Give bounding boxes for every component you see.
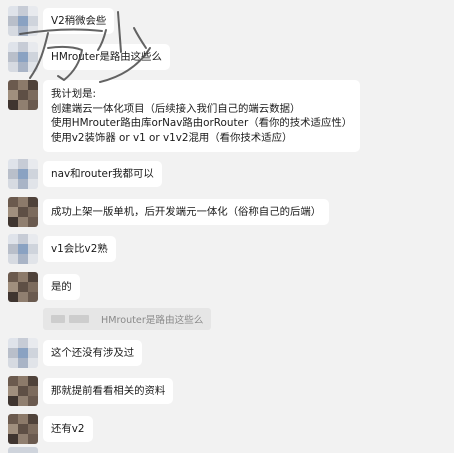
avatar[interactable] xyxy=(8,197,38,227)
message-bubble[interactable]: HMrouter是路由这些么 xyxy=(43,44,170,70)
avatar[interactable] xyxy=(8,414,38,444)
quoted-reply[interactable]: HMrouter是路由这些么 xyxy=(43,308,212,330)
quoted-text: HMrouter是路由这些么 xyxy=(101,315,204,326)
message-bubble[interactable]: v1会比v2熟 xyxy=(43,236,116,262)
message-bubble[interactable]: 这个还没有涉及过 xyxy=(43,340,143,366)
avatar[interactable] xyxy=(8,447,38,453)
message-bubble[interactable]: 是的 xyxy=(43,274,80,300)
message-bubble[interactable]: 还有v2 xyxy=(43,416,93,442)
message-bubble[interactable]: 那就提前看看相关的资料 xyxy=(43,378,174,404)
message-line: 我计划是: xyxy=(51,88,97,100)
chat-window: V2稍微会些 HMrouter是路由这些么 我计划是: 创建端云一体化项目（后续… xyxy=(0,0,454,453)
blurred-name xyxy=(69,315,89,323)
avatar[interactable] xyxy=(8,376,38,406)
avatar[interactable] xyxy=(8,80,38,110)
message-bubble[interactable]: 我计划是: 创建端云一体化项目（后续接入我们自己的端云数据） 使用HMroute… xyxy=(43,80,361,152)
avatar[interactable] xyxy=(8,42,38,72)
avatar[interactable] xyxy=(8,159,38,189)
message-bubble[interactable]: nav和router我都可以 xyxy=(43,161,162,187)
avatar[interactable] xyxy=(8,6,38,36)
avatar[interactable] xyxy=(8,234,38,264)
message-line: 创建端云一体化项目（后续接入我们自己的端云数据） xyxy=(51,102,301,115)
avatar[interactable] xyxy=(8,338,38,368)
blurred-name xyxy=(51,315,65,323)
message-bubble[interactable]: 成功上架一版单机，后开发端元一体化（俗称自己的后端） xyxy=(43,199,330,225)
message-bubble[interactable]: V2稍微会些 xyxy=(43,8,115,34)
message-line: 使用HMrouter路由库orNav路由orRouter（看你的技术适应性） xyxy=(51,117,353,129)
message-line: 使用v2装饰器 or v1 or v1v2混用（看你技术适应） xyxy=(51,131,293,144)
avatar[interactable] xyxy=(8,272,38,302)
